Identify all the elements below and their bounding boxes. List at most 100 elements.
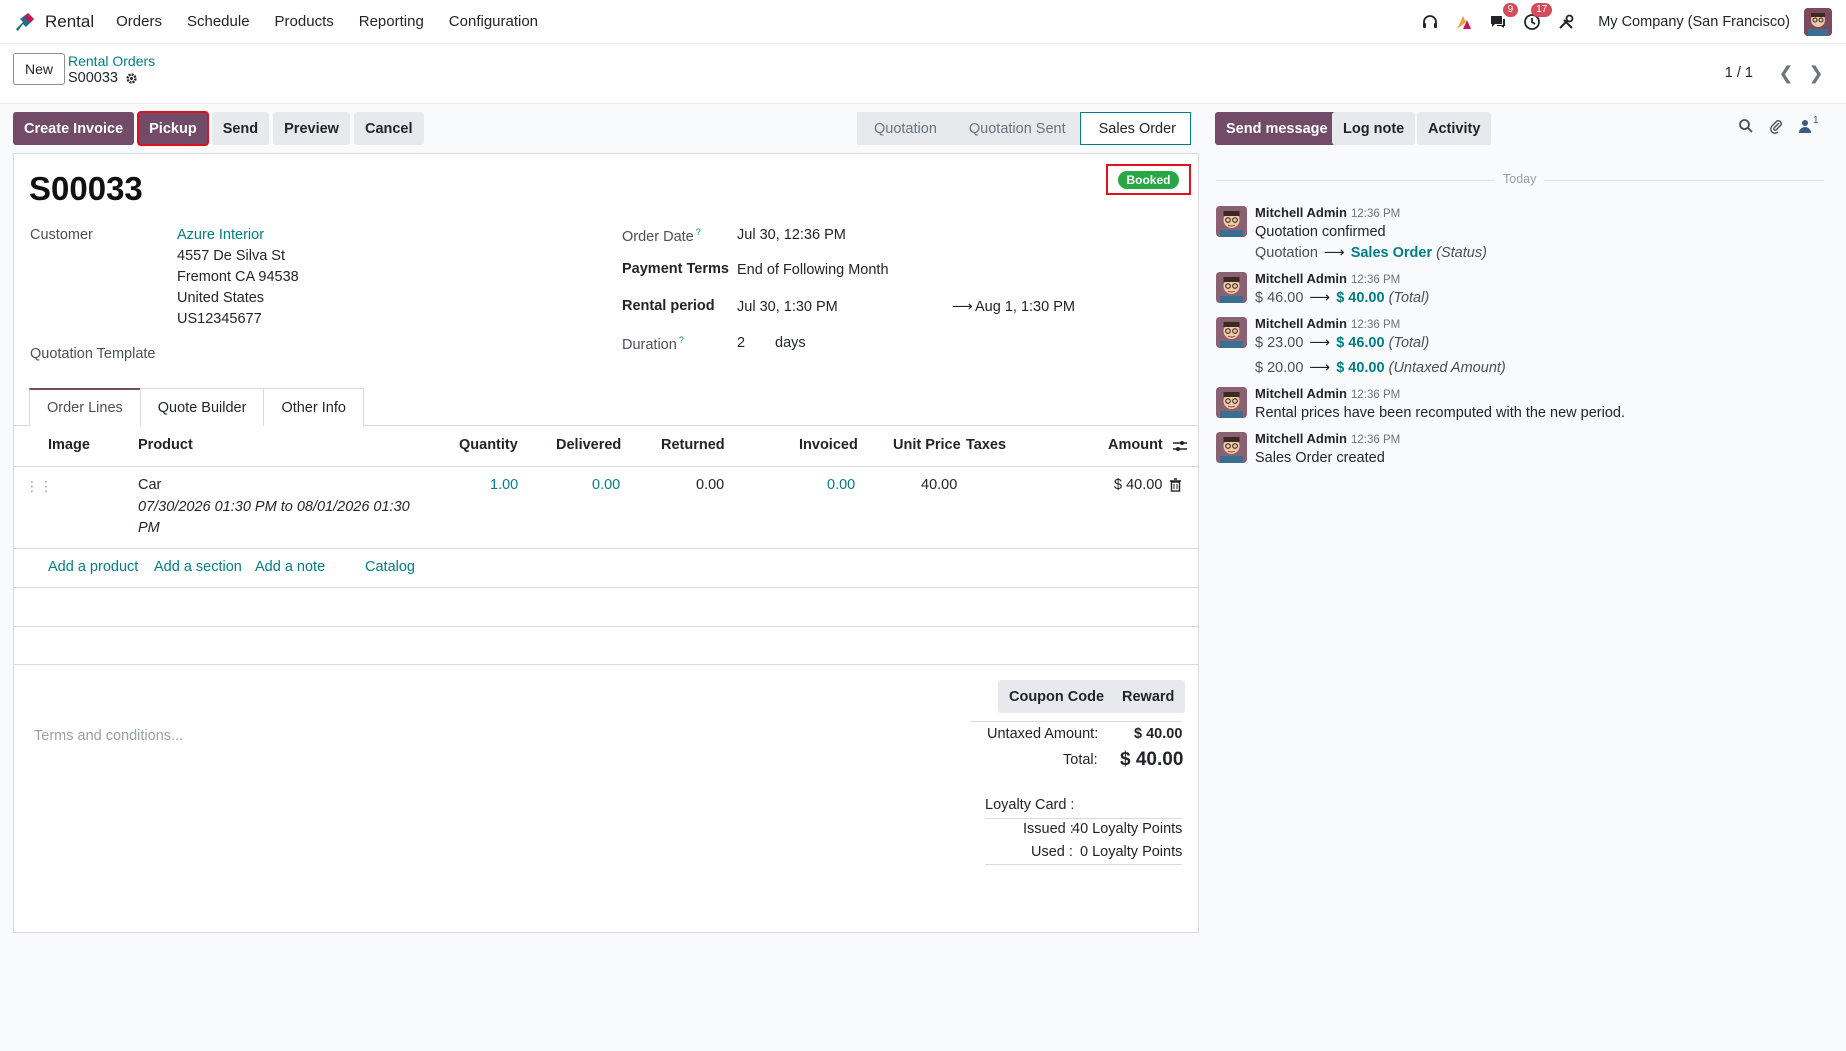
help-icon[interactable]: ?	[696, 227, 701, 237]
author-avatar[interactable]	[1216, 432, 1247, 463]
col-returned[interactable]: Returned	[661, 437, 725, 453]
col-unit-price[interactable]: Unit Price	[893, 437, 961, 453]
stage-sales-order[interactable]: Sales Order	[1079, 112, 1192, 145]
col-product[interactable]: Product	[138, 437, 193, 453]
paperclip-icon[interactable]	[1768, 118, 1784, 134]
total-label: Total:	[1063, 752, 1098, 768]
rental-start-field[interactable]: Jul 30, 1:30 PM	[737, 299, 838, 315]
preview-button[interactable]: Preview	[273, 112, 350, 145]
menu-schedule[interactable]: Schedule	[187, 13, 250, 30]
search-icon[interactable]	[1738, 118, 1754, 134]
navbar-systray: 9 17 My Company (San Francisco)	[1406, 0, 1846, 44]
col-amount[interactable]: Amount	[1108, 437, 1163, 453]
customer-field[interactable]: Azure Interior	[177, 227, 264, 243]
line-description: 07/30/2026 01:30 PM to 08/01/2026 01:30	[138, 499, 410, 515]
add-product-link[interactable]: Add a product	[48, 559, 138, 575]
messages-icon[interactable]: 9	[1488, 3, 1519, 32]
rental-end-field[interactable]: Aug 1, 1:30 PM	[975, 299, 1075, 315]
log-note-button[interactable]: Log note	[1332, 112, 1416, 145]
author-avatar[interactable]	[1216, 206, 1247, 237]
col-image[interactable]: Image	[48, 437, 90, 453]
total-value: $ 40.00	[1120, 749, 1184, 770]
message-body: Sales Order created	[1255, 450, 1385, 466]
message-author[interactable]: Mitchell Admin 12:36 PM	[1255, 386, 1400, 401]
row-divider	[13, 664, 1199, 665]
terms-input[interactable]: Terms and conditions...	[34, 728, 183, 744]
line-product[interactable]: Car	[138, 477, 161, 493]
stage-quotation-sent[interactable]: Quotation Sent	[950, 112, 1080, 145]
optional-columns-icon[interactable]	[1172, 438, 1188, 454]
menu-orders[interactable]: Orders	[116, 13, 162, 30]
menu-reporting[interactable]: Reporting	[359, 13, 424, 30]
author-avatar[interactable]	[1216, 317, 1247, 348]
cancel-button[interactable]: Cancel	[353, 112, 424, 145]
author-avatar[interactable]	[1216, 387, 1247, 418]
add-note-link[interactable]: Add a note	[255, 559, 325, 575]
company-switcher[interactable]: My Company (San Francisco)	[1598, 14, 1790, 30]
breadcrumb-rental-orders[interactable]: Rental Orders	[68, 53, 155, 69]
pager-next-icon[interactable]: ❯	[1801, 58, 1831, 88]
add-section-link[interactable]: Add a section	[154, 559, 242, 575]
stage-quotation[interactable]: Quotation	[857, 112, 951, 145]
loyalty-card-label: Loyalty Card :	[985, 797, 1075, 813]
reward-button[interactable]: Reward	[1111, 680, 1186, 713]
tab-other-info[interactable]: Other Info	[263, 388, 364, 426]
col-delivered[interactable]: Delivered	[556, 437, 621, 453]
payment-terms-field[interactable]: End of Following Month	[737, 262, 889, 278]
pickup-button[interactable]: Pickup	[137, 111, 209, 146]
send-button[interactable]: Send	[211, 112, 270, 145]
line-invoiced[interactable]: 0.00	[827, 477, 855, 493]
catalog-link[interactable]: Catalog	[365, 559, 415, 575]
line-amount: $ 40.00	[1114, 477, 1163, 493]
notebook-tabs: Order Lines Quote Builder Other Info	[29, 388, 364, 426]
col-taxes[interactable]: Taxes	[966, 437, 1006, 453]
create-invoice-button[interactable]: Create Invoice	[13, 112, 135, 145]
user-avatar[interactable]	[1804, 8, 1832, 36]
author-avatar[interactable]	[1216, 272, 1247, 303]
order-date-field[interactable]: Jul 30, 12:36 PM	[737, 227, 846, 243]
form-action-buttons: Create Invoice Pickup Send Preview Cance…	[13, 111, 428, 146]
message-author[interactable]: Mitchell Admin 12:36 PM	[1255, 431, 1400, 446]
followers-count: 1	[1813, 115, 1819, 126]
tab-order-lines[interactable]: Order Lines	[29, 388, 141, 426]
drag-handle-icon[interactable]: ⋮⋮	[25, 478, 53, 495]
loyalty-issued-value: 40 Loyalty Points	[1072, 821, 1183, 837]
coupon-code-button[interactable]: Coupon Code	[998, 680, 1116, 713]
status-bar: Quotation Quotation Sent Sales Order	[857, 112, 1192, 145]
col-invoiced[interactable]: Invoiced	[799, 437, 858, 453]
tracking-value: $ 23.00 ⟶ $ 46.00 (Total)	[1255, 335, 1430, 351]
col-quantity[interactable]: Quantity	[459, 437, 518, 453]
line-unit-price: 40.00	[921, 477, 958, 493]
new-button[interactable]: New	[13, 53, 66, 85]
activity-button[interactable]: Activity	[1417, 112, 1492, 145]
duration-value-field[interactable]: 2	[737, 335, 745, 351]
pager-value[interactable]: 1 / 1	[1725, 65, 1753, 81]
debug-tools-icon[interactable]	[1556, 12, 1576, 32]
send-message-button[interactable]: Send message	[1215, 112, 1339, 145]
line-delivered[interactable]: 0.00	[592, 477, 620, 493]
message-author[interactable]: Mitchell Admin 12:36 PM	[1255, 316, 1400, 331]
status-badge: Booked	[1118, 170, 1179, 189]
help-icon[interactable]: ?	[679, 335, 684, 345]
customer-label: Customer	[30, 227, 93, 243]
tab-quote-builder[interactable]: Quote Builder	[139, 388, 265, 426]
pager-previous-icon[interactable]: ❮	[1771, 58, 1801, 88]
menu-products[interactable]: Products	[275, 13, 334, 30]
menu-configuration[interactable]: Configuration	[449, 13, 538, 30]
line-quantity[interactable]: 1.00	[490, 477, 518, 493]
duration-unit-field[interactable]: days	[775, 335, 806, 351]
message-author[interactable]: Mitchell Admin 12:36 PM	[1255, 271, 1400, 286]
activity-clock-icon[interactable]: 17	[1522, 3, 1553, 32]
pager: 1 / 1 ❮ ❯	[1725, 58, 1831, 88]
headset-icon[interactable]	[1420, 12, 1440, 32]
app-brand[interactable]: Rental	[14, 11, 94, 33]
rental-app-icon	[14, 11, 36, 33]
tracking-value: Quotation ⟶ Sales Order (Status)	[1255, 245, 1487, 261]
message-author[interactable]: Mitchell Admin 12:36 PM	[1255, 205, 1400, 220]
loyalty-issued-label: Issued :	[1023, 821, 1074, 837]
followers-button[interactable]: 1	[1798, 115, 1819, 133]
trash-icon[interactable]	[1169, 478, 1182, 492]
breadcrumb: Rental Orders S00033	[68, 53, 155, 86]
gear-icon[interactable]	[125, 72, 138, 85]
tools-app-icon[interactable]	[1454, 12, 1474, 32]
